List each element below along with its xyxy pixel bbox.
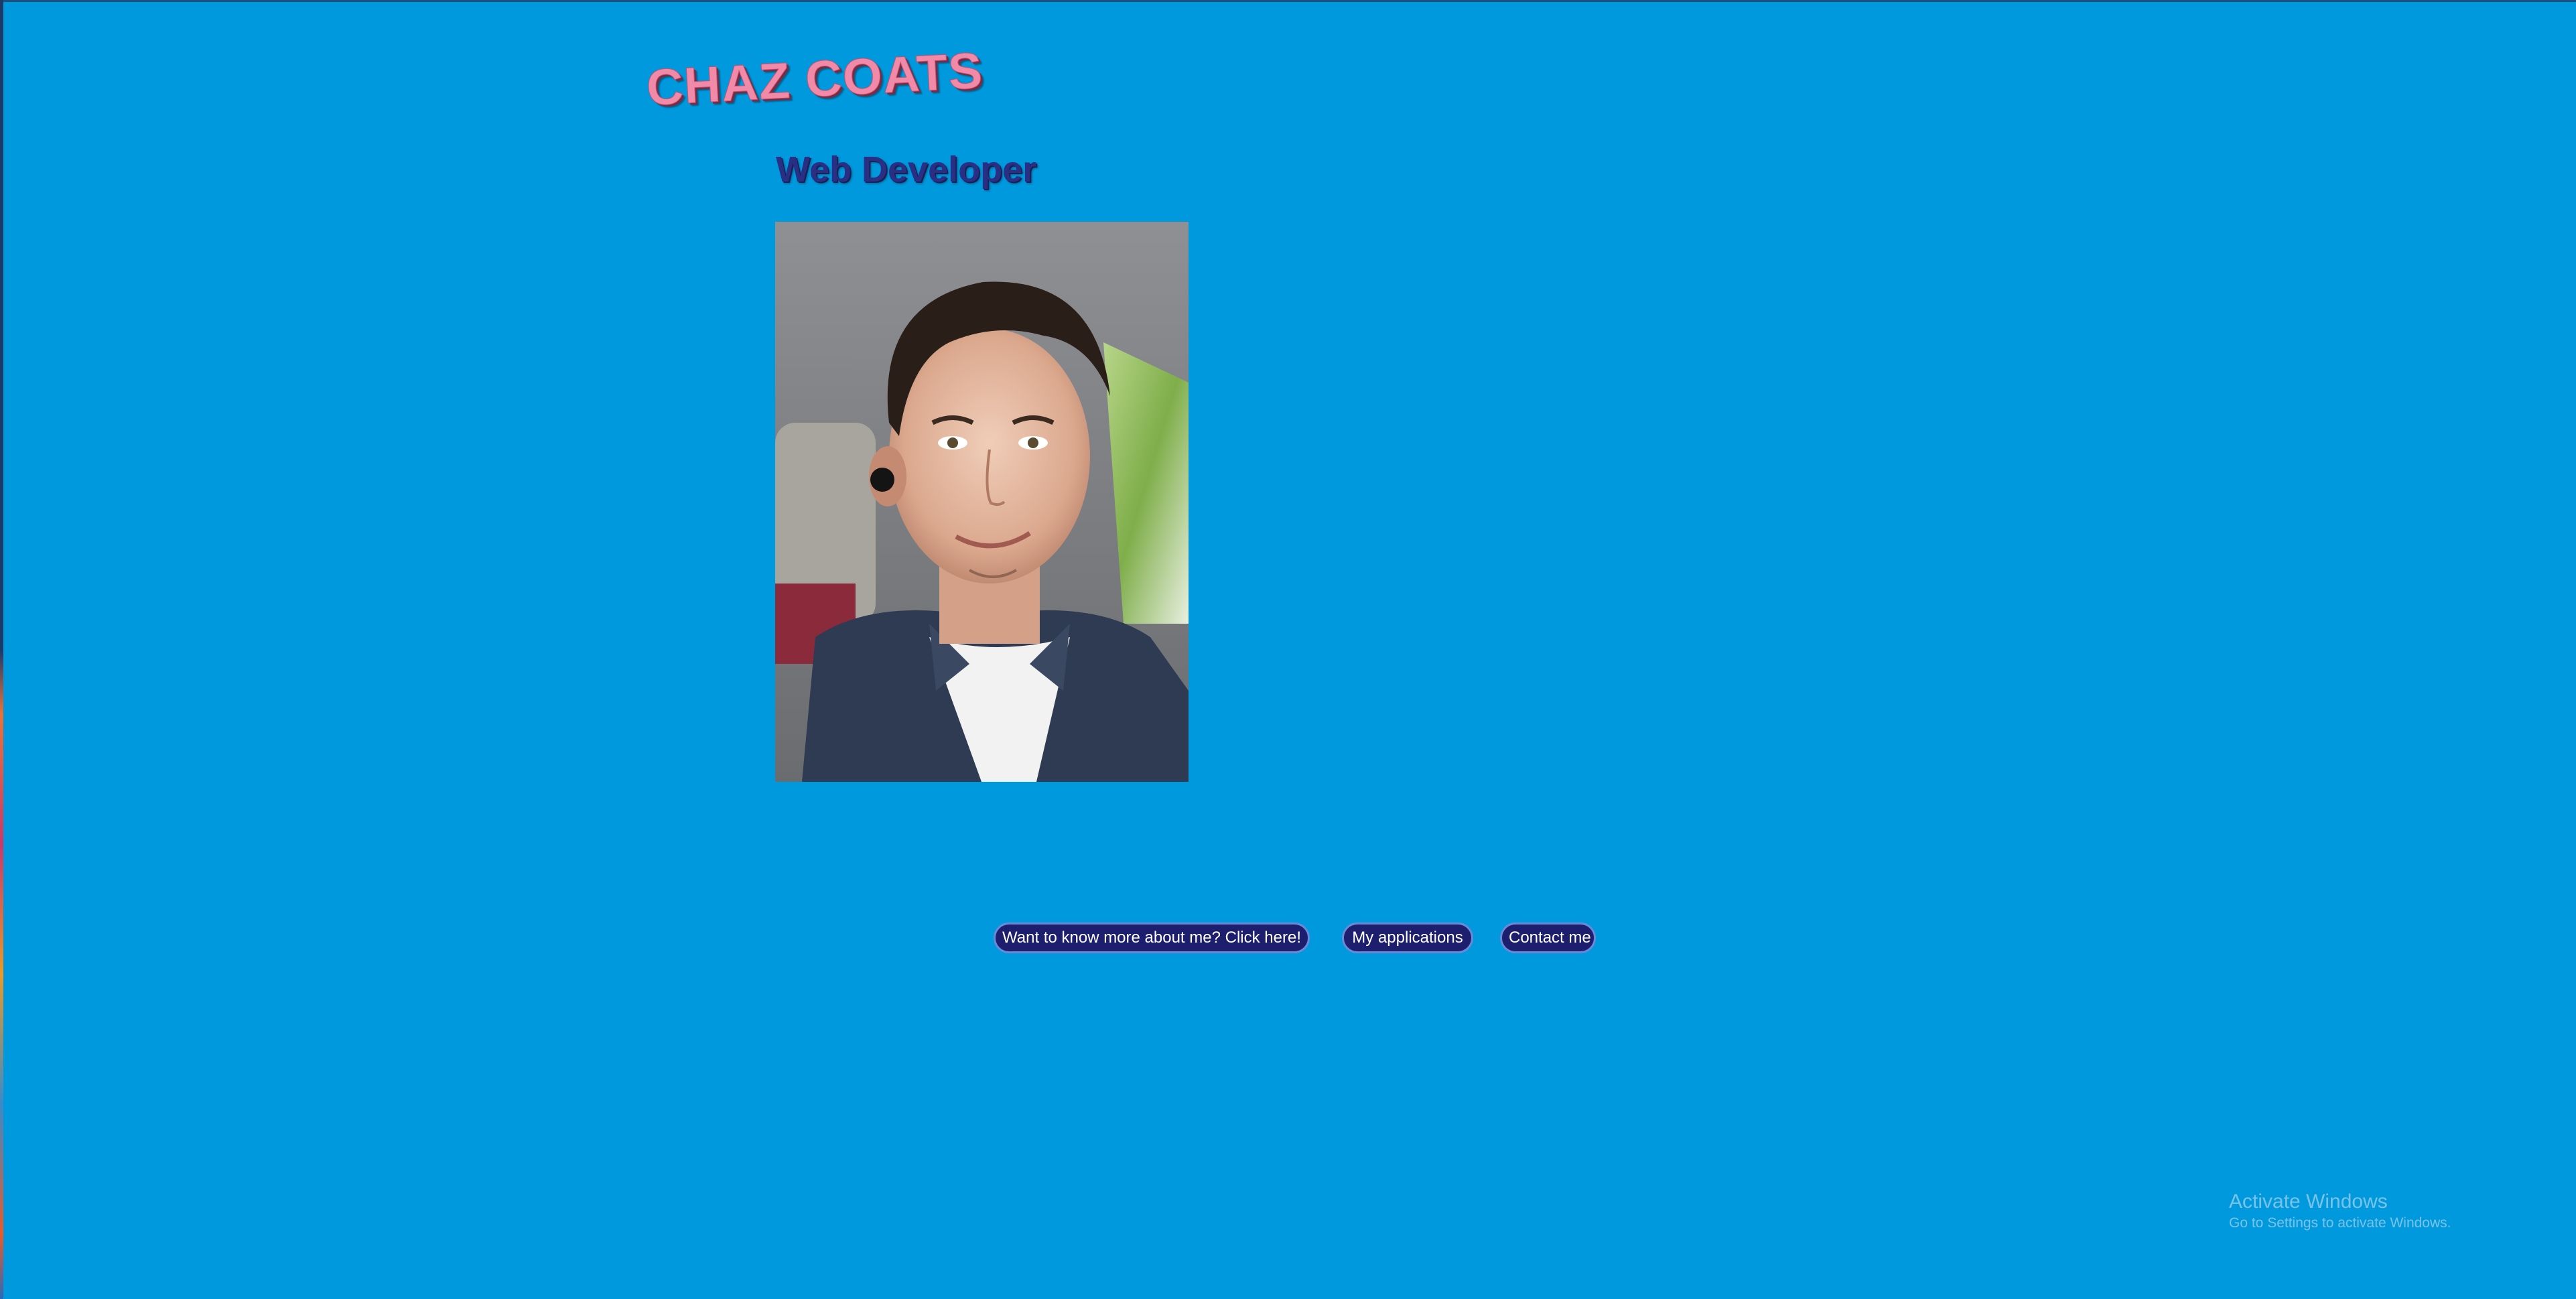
window-left-edge <box>0 0 3 1299</box>
activate-windows-watermark: Activate Windows Go to Settings to activ… <box>2229 1190 2451 1233</box>
watermark-title: Activate Windows <box>2229 1190 2388 1213</box>
my-applications-button[interactable]: My applications <box>1342 922 1473 953</box>
site-title: CHAZ COATS <box>645 42 985 117</box>
watermark-subtitle: Go to Settings to activate Windows. <box>2229 1215 2451 1231</box>
contact-me-button[interactable]: Contact me <box>1500 922 1596 953</box>
window-top-edge <box>0 0 2576 2</box>
portrait-photo <box>775 222 1189 782</box>
job-title: Web Developer <box>776 149 1037 190</box>
about-me-button[interactable]: Want to know more about me? Click here! <box>994 922 1310 953</box>
